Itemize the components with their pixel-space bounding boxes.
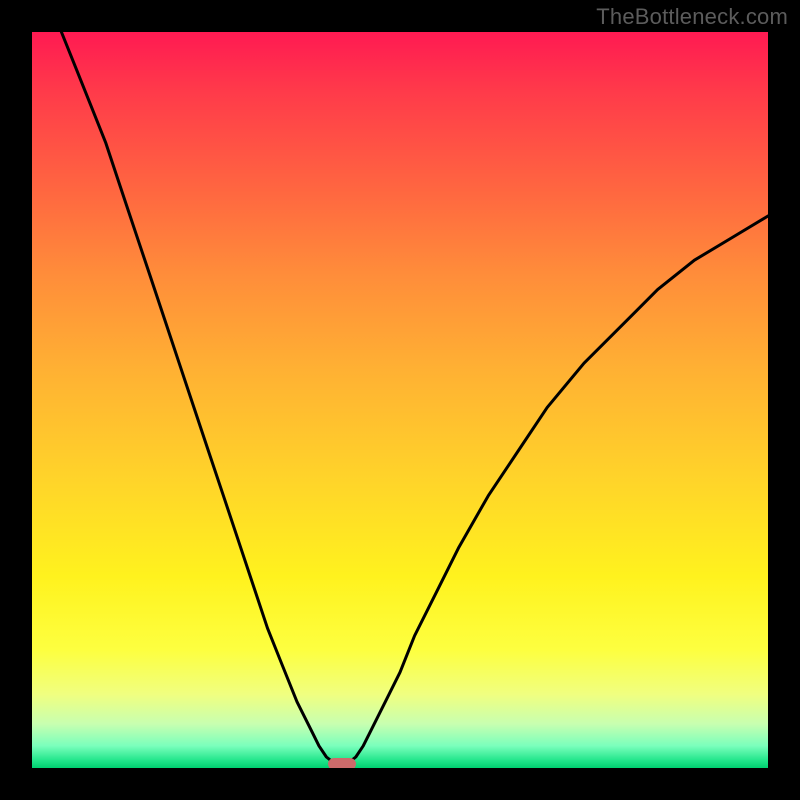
bottleneck-curve xyxy=(32,32,768,768)
bottleneck-marker xyxy=(328,758,356,768)
chart-frame: TheBottleneck.com xyxy=(0,0,800,800)
plot-area xyxy=(32,32,768,768)
watermark-text: TheBottleneck.com xyxy=(596,4,788,30)
